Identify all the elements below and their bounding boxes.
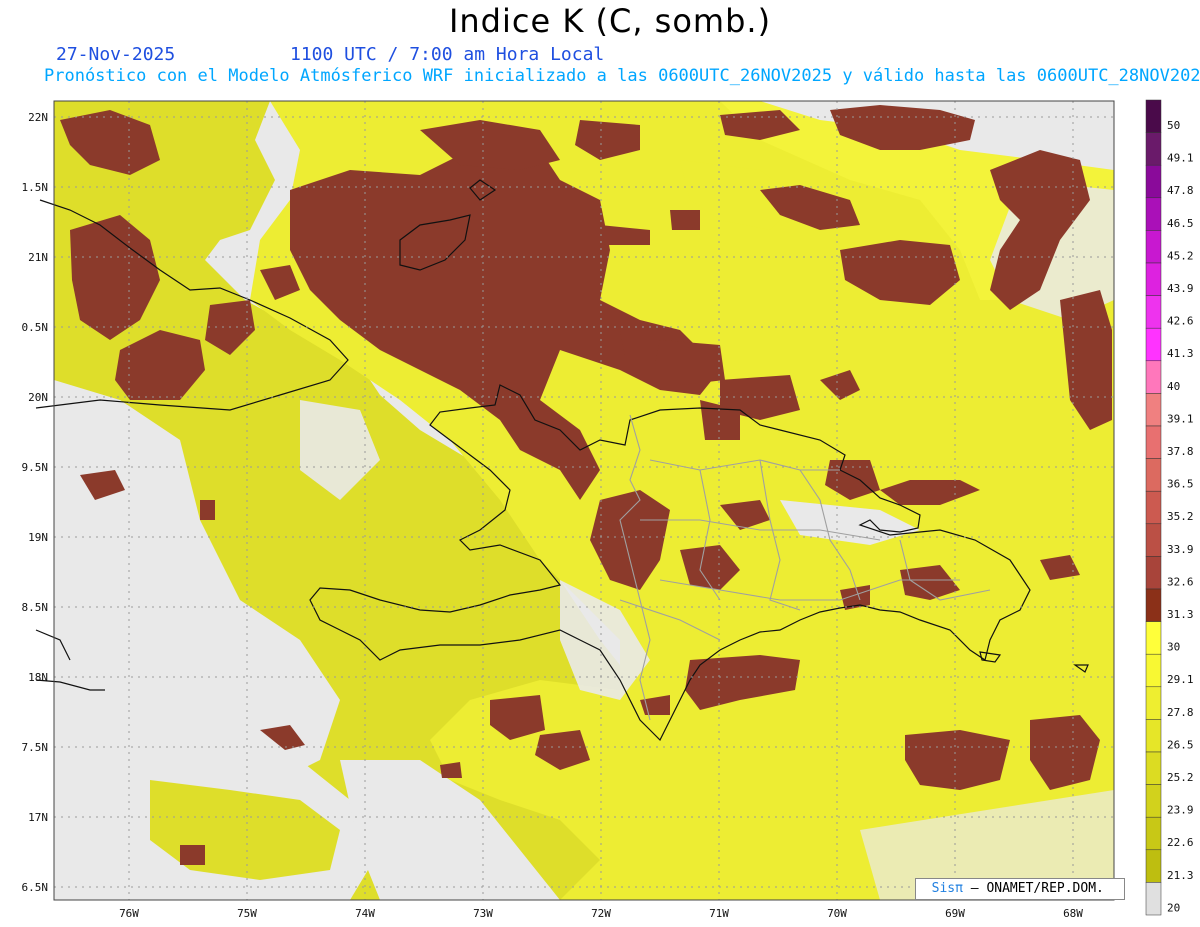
lat-label: 20N [28, 391, 48, 404]
colorbar-swatch [1145, 197, 1162, 231]
colorbar-label: 50 [1167, 119, 1180, 132]
colorbar-label: 41.3 [1167, 347, 1194, 360]
lat-label: 1.5N [22, 181, 49, 194]
colorbar-label: 35.2 [1167, 510, 1194, 523]
colorbar-label: 22.6 [1167, 836, 1194, 849]
lon-label: 76W [119, 907, 139, 920]
colorbar-label: 36.5 [1167, 478, 1194, 491]
colorbar-label: 45.2 [1167, 249, 1194, 262]
date-label: 27-Nov-2025 [56, 44, 176, 65]
colorbar-swatch [1145, 360, 1162, 394]
lat-label: 22N [28, 111, 48, 124]
colorbar-label: 47.8 [1167, 184, 1194, 197]
colorbar-label: 26.5 [1167, 738, 1194, 751]
colorbar-label: 42.6 [1167, 315, 1194, 328]
colorbar-swatch [1145, 523, 1162, 557]
lon-label: 73W [473, 907, 493, 920]
colorbar-swatch [1145, 882, 1162, 916]
colorbar-swatch [1145, 849, 1162, 883]
colorbar: 50 49.1 47.8 46.5 45.2 43.9 42.6 41.3 40 39.1 37.8… [1145, 99, 1194, 916]
colorbar-swatch [1145, 490, 1162, 525]
lat-label: 19N [28, 531, 48, 544]
colorbar-label: 21.3 [1167, 869, 1194, 882]
credit-box: Sisπ – ONAMET/REP.DOM. [915, 878, 1125, 900]
colorbar-label: 25.2 [1167, 771, 1194, 784]
lat-label: 21N [28, 251, 48, 264]
lat-label: 18N [28, 671, 48, 684]
colorbar-swatch [1145, 686, 1162, 720]
longitude-labels: 76W 75W 74W 73W 72W 71W 70W 69W 68W [119, 907, 1083, 920]
colorbar-swatch [1145, 230, 1162, 264]
lat-label: 6.5N [22, 881, 49, 894]
lat-label: 0.5N [22, 321, 49, 334]
forecast-note: Pronóstico con el Modelo Atmósferico WRF… [44, 66, 1200, 86]
colorbar-swatch [1145, 132, 1162, 166]
colorbar-swatch [1145, 751, 1162, 785]
colorbar-swatch [1145, 556, 1162, 590]
colorbar-label: 37.8 [1167, 445, 1194, 458]
colorbar-swatch [1145, 621, 1162, 655]
lon-label: 70W [827, 907, 847, 920]
colorbar-label: 49.1 [1167, 152, 1194, 165]
colorbar-label: 39.1 [1167, 412, 1194, 425]
forecast-map: 22N 1.5N 21N 0.5N 20N 9.5N 19N 8.5N 18N … [22, 99, 1194, 920]
lon-label: 72W [591, 907, 611, 920]
lat-label: 8.5N [22, 601, 49, 614]
colorbar-swatch [1145, 164, 1162, 199]
credit-brand: Sisπ [931, 881, 963, 896]
colorbar-swatch [1145, 784, 1162, 818]
lon-label: 74W [355, 907, 375, 920]
credit-org: – ONAMET/REP.DOM. [970, 881, 1104, 896]
colorbar-label: 29.1 [1167, 673, 1194, 686]
colorbar-label: 43.9 [1167, 282, 1194, 295]
lon-label: 69W [945, 907, 965, 920]
colorbar-swatch [1145, 653, 1162, 688]
colorbar-label: 32.6 [1167, 575, 1194, 588]
colorbar-swatch [1145, 719, 1162, 753]
colorbar-swatch [1145, 262, 1162, 296]
colorbar-label: 40 [1167, 380, 1180, 393]
colorbar-swatch [1145, 816, 1162, 851]
colorbar-label: 27.8 [1167, 706, 1194, 719]
colorbar-label: 46.5 [1167, 217, 1194, 230]
colorbar-swatch [1145, 99, 1162, 133]
latitude-labels: 22N 1.5N 21N 0.5N 20N 9.5N 19N 8.5N 18N … [22, 111, 49, 894]
lon-label: 71W [709, 907, 729, 920]
colorbar-swatch [1145, 327, 1162, 362]
colorbar-label: 23.9 [1167, 804, 1194, 817]
lat-label: 17N [28, 811, 48, 824]
lat-label: 9.5N [22, 461, 49, 474]
colorbar-swatch [1145, 295, 1162, 329]
colorbar-label: 30 [1167, 641, 1180, 654]
lon-label: 75W [237, 907, 257, 920]
colorbar-label: 33.9 [1167, 543, 1194, 556]
colorbar-swatch [1145, 588, 1162, 622]
colorbar-swatch [1145, 393, 1162, 427]
time-label: 1100 UTC / 7:00 am Hora Local [290, 44, 605, 65]
colorbar-swatch [1145, 458, 1162, 492]
colorbar-label: 20 [1167, 901, 1180, 914]
map-title: Indice K (C, somb.) [448, 2, 772, 40]
lon-label: 68W [1063, 907, 1083, 920]
colorbar-swatch [1145, 425, 1162, 459]
lat-label: 7.5N [22, 741, 49, 754]
colorbar-label: 31.3 [1167, 608, 1194, 621]
